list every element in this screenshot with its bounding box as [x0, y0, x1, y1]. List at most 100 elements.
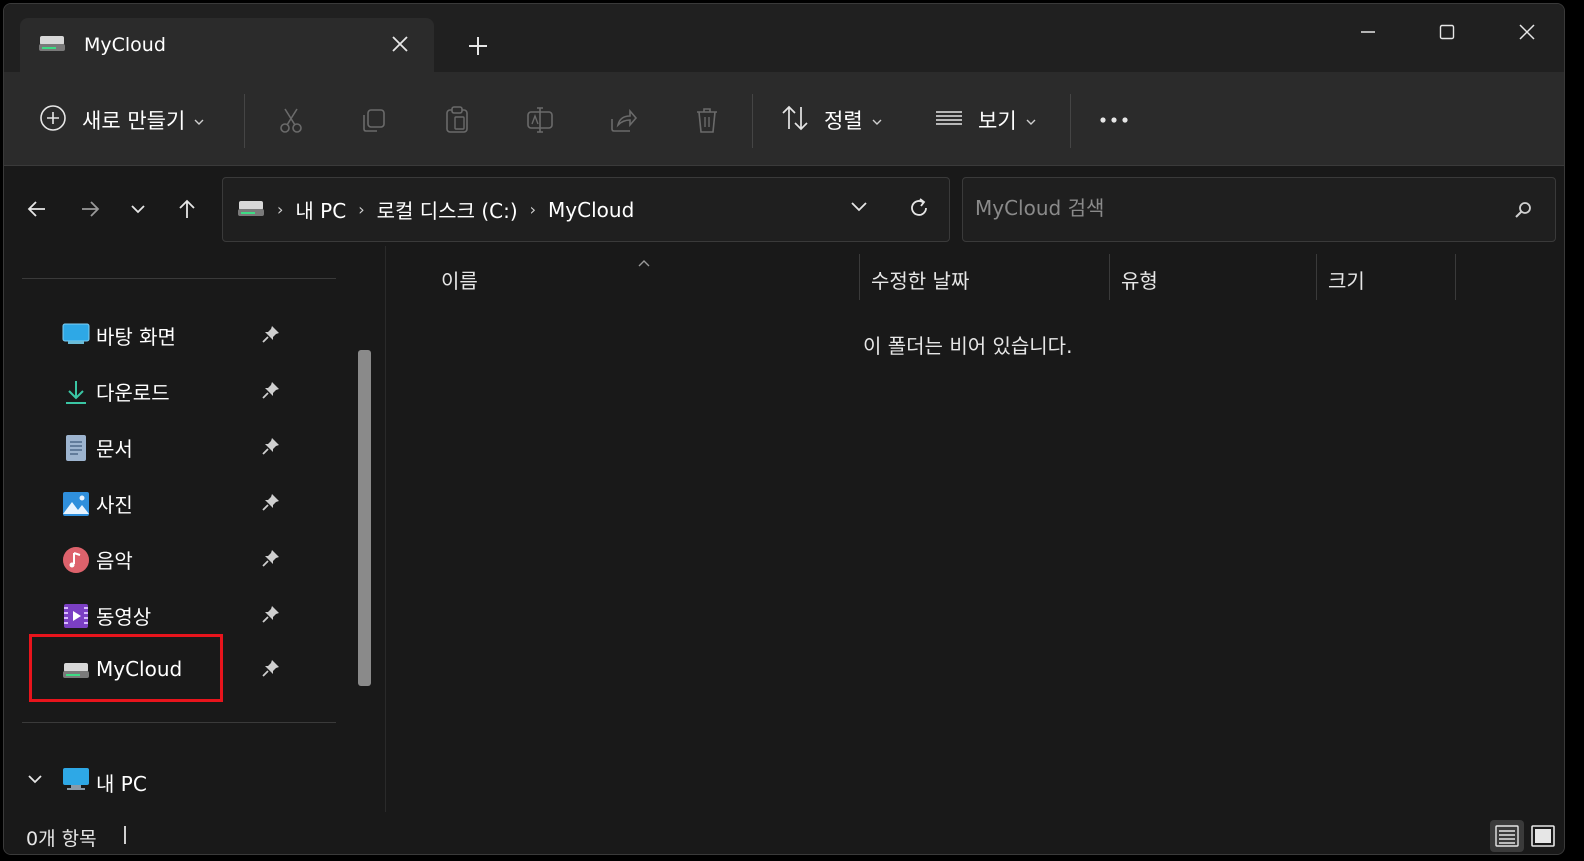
close-window-icon[interactable]	[1507, 14, 1547, 50]
navigation-bar: › 내 PC › 로컬 디스크 (C:) › MyCloud	[4, 166, 1564, 246]
navigation-pane: 바탕 화면 다운로드 문서 사진 음악 동영상 MyCloud 내 PC	[4, 246, 386, 812]
large-icons-view-icon[interactable]	[1526, 820, 1560, 852]
column-divider[interactable]	[859, 254, 860, 300]
sidebar-item-label: 다운로드	[96, 380, 170, 405]
sidebar-item-label: 음악	[96, 548, 133, 573]
close-tab-icon[interactable]	[388, 32, 412, 56]
toolbar-divider	[752, 94, 753, 148]
sidebar-item-downloads[interactable]: 다운로드	[4, 366, 318, 416]
file-explorer-window: MyCloud 새로 만들기 정렬 보기 › 내 PC › 로컬 디스크 (C:…	[3, 3, 1565, 855]
maximize-icon[interactable]	[1427, 14, 1467, 50]
toolbar-divider	[1070, 94, 1071, 148]
sidebar-item-music[interactable]: 음악	[4, 534, 318, 584]
new-button[interactable]: 새로 만들기	[38, 100, 205, 140]
refresh-icon[interactable]	[907, 196, 931, 224]
chevron-down-icon	[1025, 111, 1037, 130]
plus-circle-icon	[38, 103, 68, 137]
paste-icon[interactable]	[442, 100, 472, 140]
up-arrow-icon[interactable]	[172, 194, 202, 224]
list-view-icon	[934, 103, 964, 137]
title-bar: MyCloud	[4, 4, 1564, 72]
copy-icon[interactable]	[359, 100, 389, 140]
column-divider[interactable]	[1316, 254, 1317, 300]
breadcrumb-separator-icon: ›	[529, 200, 537, 219]
empty-folder-message: 이 폴더는 비어 있습니다.	[863, 334, 1073, 358]
download-icon	[62, 378, 88, 404]
search-icon[interactable]	[1513, 200, 1533, 224]
sidebar-item-desktop[interactable]: 바탕 화면	[4, 310, 318, 360]
item-count: 0개 항목	[26, 828, 97, 850]
status-bar: 0개 항목	[4, 812, 1564, 854]
column-divider[interactable]	[1109, 254, 1110, 300]
search-box[interactable]	[962, 177, 1556, 242]
pin-icon[interactable]	[262, 493, 280, 515]
address-bar[interactable]: › 내 PC › 로컬 디스크 (C:) › MyCloud	[222, 177, 950, 242]
recent-locations-chevron-icon[interactable]	[123, 194, 153, 224]
expand-chevron-icon[interactable]	[26, 770, 44, 789]
sidebar-item-pictures[interactable]: 사진	[4, 478, 318, 528]
music-icon	[62, 546, 89, 573]
desktop-icon	[62, 322, 90, 348]
sidebar-item-label: 내 PC	[96, 772, 147, 796]
sidebar-item-label: 동영상	[96, 604, 152, 629]
sort-button[interactable]: 정렬	[780, 100, 883, 140]
breadcrumb-separator-icon: ›	[358, 200, 365, 219]
view-button[interactable]: 보기	[934, 100, 1037, 140]
drive-icon	[38, 33, 66, 57]
video-icon	[62, 602, 88, 628]
sort-label: 정렬	[824, 109, 863, 133]
pin-icon[interactable]	[262, 605, 280, 627]
column-divider[interactable]	[1455, 254, 1456, 300]
address-history-chevron-icon[interactable]	[849, 198, 869, 217]
highlight-box	[29, 634, 223, 702]
document-icon	[62, 434, 88, 461]
details-view-icon[interactable]	[1490, 820, 1524, 852]
command-bar: 새로 만들기 정렬 보기	[4, 72, 1564, 166]
sidebar-scrollbar[interactable]	[358, 350, 371, 686]
pin-icon[interactable]	[262, 381, 280, 403]
pin-icon[interactable]	[262, 325, 280, 347]
back-arrow-icon[interactable]	[22, 194, 52, 224]
more-options-icon[interactable]	[1098, 100, 1130, 140]
breadcrumb-this-pc[interactable]: 내 PC	[295, 195, 346, 224]
column-header-type[interactable]: 유형	[1121, 256, 1158, 302]
share-icon[interactable]	[608, 100, 638, 140]
sort-ascending-caret-icon	[637, 252, 651, 271]
delete-icon[interactable]	[692, 100, 722, 140]
chevron-down-icon	[871, 111, 883, 130]
sidebar-item-label: 바탕 화면	[96, 324, 176, 349]
sidebar-divider	[22, 278, 336, 279]
rename-icon[interactable]	[525, 100, 555, 140]
search-input[interactable]	[975, 196, 1475, 220]
computer-icon	[62, 766, 90, 796]
column-header-size[interactable]: 크기	[1328, 256, 1365, 302]
new-tab-icon[interactable]	[466, 34, 490, 58]
pin-icon[interactable]	[262, 659, 280, 681]
tab-mycloud[interactable]: MyCloud	[20, 18, 434, 72]
sidebar-divider	[22, 722, 336, 723]
sidebar-item-this-pc[interactable]: 내 PC	[22, 754, 352, 804]
cut-icon[interactable]	[276, 100, 306, 140]
column-header-name[interactable]: 이름	[441, 256, 478, 302]
breadcrumb-separator-icon: ›	[277, 200, 284, 219]
toolbar-divider	[244, 94, 245, 148]
forward-arrow-icon[interactable]	[75, 194, 105, 224]
pin-icon[interactable]	[262, 549, 280, 571]
file-list: 이름 수정한 날짜 유형 크기 이 폴더는 비어 있습니다.	[387, 246, 1564, 812]
view-label: 보기	[978, 109, 1017, 133]
sidebar-item-documents[interactable]: 문서	[4, 422, 318, 472]
minimize-icon[interactable]	[1348, 14, 1388, 50]
sidebar-item-videos[interactable]: 동영상	[4, 590, 318, 640]
sidebar-item-label: 문서	[96, 436, 133, 461]
status-separator	[124, 826, 126, 844]
drive-icon	[237, 198, 265, 222]
sort-icon	[780, 103, 810, 137]
tab-title: MyCloud	[84, 34, 166, 56]
chevron-down-icon	[193, 111, 205, 130]
breadcrumb-local-disk[interactable]: 로컬 디스크 (C:)	[377, 195, 518, 224]
column-header-date-modified[interactable]: 수정한 날짜	[871, 256, 969, 302]
breadcrumb-mycloud[interactable]: MyCloud	[548, 198, 634, 222]
pin-icon[interactable]	[262, 437, 280, 459]
pictures-icon	[62, 490, 89, 516]
sidebar-item-label: 사진	[96, 492, 133, 517]
